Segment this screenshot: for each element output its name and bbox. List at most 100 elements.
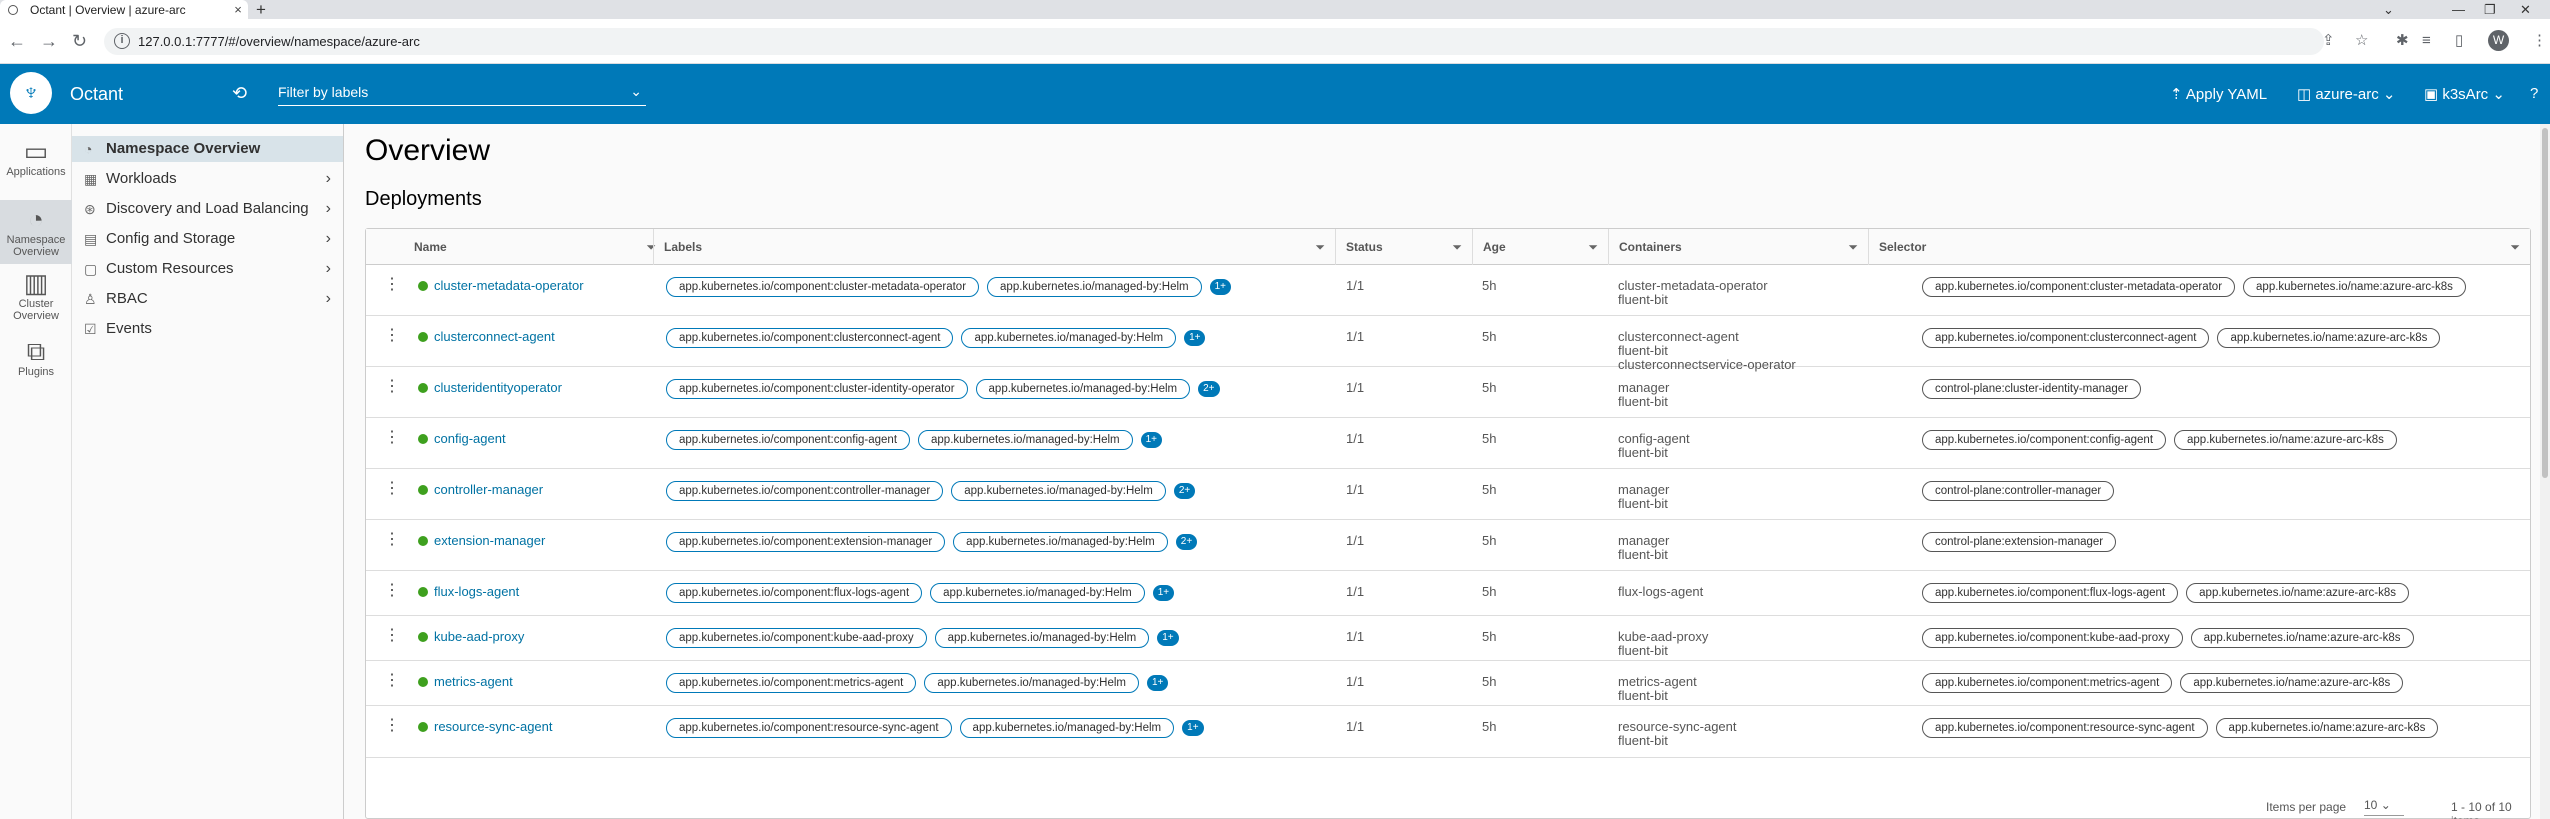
filter-icon[interactable]: ⏷ xyxy=(1315,229,1325,265)
column-containers[interactable]: Containers ⏷ xyxy=(1608,229,1868,265)
row-actions-icon[interactable]: ⋮ xyxy=(384,583,400,599)
selector-chip[interactable]: control-plane:controller-manager xyxy=(1922,481,2115,501)
nav-config-storage[interactable]: ▤ Config and Storage › xyxy=(72,226,343,252)
label-chip[interactable]: app.kubernetes.io/component:cluster-iden… xyxy=(666,379,968,399)
rail-applications[interactable]: ▭ Applications xyxy=(0,136,72,200)
side-panel-icon[interactable]: ▯ xyxy=(2455,32,2463,50)
selector-chip[interactable]: app.kubernetes.io/name:azure-arc-k8s xyxy=(2217,328,2441,348)
selector-chip[interactable]: app.kubernetes.io/component:kube-aad-pro… xyxy=(1922,628,2183,648)
deployment-link[interactable]: metrics-agent xyxy=(434,674,513,689)
namespace-selector[interactable]: ◫ azure-arc ⌄ xyxy=(2297,85,2395,103)
browser-menu-icon[interactable]: ⋮ xyxy=(2532,32,2547,50)
column-age[interactable]: Age ⏷ xyxy=(1472,229,1608,265)
site-info-icon[interactable]: i xyxy=(114,33,130,49)
filter-icon[interactable]: ⏷ xyxy=(1452,229,1462,265)
deployment-link[interactable]: clusterconnect-agent xyxy=(434,329,555,344)
row-actions-icon[interactable]: ⋮ xyxy=(384,481,400,497)
page-scrollbar[interactable] xyxy=(2540,124,2550,819)
context-selector[interactable]: ▣ k3sArc ⌄ xyxy=(2424,85,2505,103)
bookmark-star-icon[interactable]: ☆ xyxy=(2355,32,2368,50)
label-chip[interactable]: app.kubernetes.io/managed-by:Helm xyxy=(934,628,1150,648)
label-chip[interactable]: app.kubernetes.io/component:config-agent xyxy=(666,430,911,450)
label-chip[interactable]: app.kubernetes.io/managed-by:Helm xyxy=(987,277,1202,297)
column-labels[interactable]: Labels ⏷ xyxy=(653,229,1335,265)
selector-chip[interactable]: app.kubernetes.io/name:azure-arc-k8s xyxy=(2243,277,2466,297)
label-chip[interactable]: app.kubernetes.io/component:kube-aad-pro… xyxy=(666,628,927,648)
deployment-link[interactable]: controller-manager xyxy=(434,482,543,497)
filter-icon[interactable]: ⏷ xyxy=(1848,229,1858,265)
selector-chip[interactable]: control-plane:cluster-identity-manager xyxy=(1922,379,2142,399)
row-actions-icon[interactable]: ⋮ xyxy=(384,379,400,395)
new-tab-icon[interactable]: + xyxy=(256,0,266,19)
nav-rbac[interactable]: ♙ RBAC › xyxy=(72,286,343,312)
tab-close-icon[interactable]: × xyxy=(228,2,248,17)
label-chip[interactable]: app.kubernetes.io/managed-by:Helm xyxy=(953,532,1168,552)
label-chip[interactable]: app.kubernetes.io/managed-by:Helm xyxy=(951,481,1166,501)
rail-namespace-overview[interactable]: ◔ Namespace Overview xyxy=(0,200,72,264)
selector-chip[interactable]: app.kubernetes.io/name:azure-arc-k8s xyxy=(2180,673,2404,693)
more-labels-badge[interactable]: 1+ xyxy=(1209,279,1232,295)
nav-workloads[interactable]: ▦ Workloads › xyxy=(72,166,343,192)
more-labels-badge[interactable]: 1+ xyxy=(1157,630,1179,646)
address-bar[interactable]: i 127.0.0.1:7777/#/overview/namespace/az… xyxy=(104,28,2324,55)
brand-title[interactable]: Octant xyxy=(70,84,123,105)
deployment-link[interactable]: resource-sync-agent xyxy=(434,719,553,734)
label-filter-select[interactable]: Filter by labels ⌄ xyxy=(278,80,646,106)
profile-avatar[interactable]: W xyxy=(2488,30,2509,51)
more-labels-badge[interactable]: 1+ xyxy=(1182,720,1204,736)
selector-chip[interactable]: app.kubernetes.io/component:config-agent xyxy=(1922,430,2167,450)
window-close-icon[interactable]: ✕ xyxy=(2520,0,2531,19)
selector-chip[interactable]: app.kubernetes.io/component:clusterconne… xyxy=(1922,328,2210,348)
selector-chip[interactable]: app.kubernetes.io/component:resource-syn… xyxy=(1922,718,2208,738)
label-chip[interactable]: app.kubernetes.io/component:clusterconne… xyxy=(666,328,954,348)
row-actions-icon[interactable]: ⋮ xyxy=(384,628,400,644)
more-labels-badge[interactable]: 1+ xyxy=(1184,330,1206,346)
nav-discovery-load-balancing[interactable]: ⊛ Discovery and Load Balancing › xyxy=(72,196,343,222)
back-icon[interactable]: ← xyxy=(8,31,26,51)
items-per-page-select[interactable]: 10 ⌄ xyxy=(2364,798,2404,816)
label-chip[interactable]: app.kubernetes.io/component:resource-syn… xyxy=(666,718,952,738)
deployment-link[interactable]: clusteridentityoperator xyxy=(434,380,562,395)
share-icon[interactable]: ⇪ xyxy=(2322,32,2335,50)
browser-tab[interactable]: Octant | Overview | azure-arc × xyxy=(0,0,248,19)
selector-chip[interactable]: app.kubernetes.io/name:azure-arc-k8s xyxy=(2215,718,2439,738)
selector-chip[interactable]: control-plane:extension-manager xyxy=(1922,532,2117,552)
more-labels-badge[interactable]: 1+ xyxy=(1140,432,1163,448)
column-status[interactable]: Status ⏷ xyxy=(1335,229,1472,265)
row-actions-icon[interactable]: ⋮ xyxy=(384,718,400,734)
deployment-link[interactable]: extension-manager xyxy=(434,533,545,548)
row-actions-icon[interactable]: ⋮ xyxy=(384,277,400,293)
selector-chip[interactable]: app.kubernetes.io/component:metrics-agen… xyxy=(1922,673,2173,693)
label-chip[interactable]: app.kubernetes.io/managed-by:Helm xyxy=(959,718,1175,738)
extensions-icon[interactable]: ✱ xyxy=(2396,32,2409,50)
label-chip[interactable]: app.kubernetes.io/component:flux-logs-ag… xyxy=(666,583,923,603)
restore-icon[interactable]: ❐ xyxy=(2484,0,2496,19)
label-chip[interactable]: app.kubernetes.io/managed-by:Helm xyxy=(930,583,1145,603)
column-name[interactable]: Name ⏷ xyxy=(404,229,666,265)
filter-icon[interactable]: ⏷ xyxy=(1588,229,1598,265)
selector-chip[interactable]: app.kubernetes.io/name:azure-arc-k8s xyxy=(2174,430,2397,450)
label-chip[interactable]: app.kubernetes.io/managed-by:Helm xyxy=(961,328,1177,348)
more-labels-badge[interactable]: 1+ xyxy=(1146,675,1169,691)
deployment-link[interactable]: flux-logs-agent xyxy=(434,584,519,599)
label-chip[interactable]: app.kubernetes.io/component:controller-m… xyxy=(666,481,944,501)
tab-search-icon[interactable]: ⌄ xyxy=(2383,0,2394,19)
selector-chip[interactable]: app.kubernetes.io/name:azure-arc-k8s xyxy=(2186,583,2410,603)
row-actions-icon[interactable]: ⋮ xyxy=(384,430,400,446)
more-labels-badge[interactable]: 1+ xyxy=(1152,585,1175,601)
filter-icon[interactable]: ⏷ xyxy=(2510,229,2520,265)
forward-icon[interactable]: → xyxy=(40,31,58,51)
deployment-link[interactable]: kube-aad-proxy xyxy=(434,629,524,644)
more-labels-badge[interactable]: 2+ xyxy=(1173,483,1196,499)
help-icon[interactable]: ? xyxy=(2530,85,2538,102)
scrollbar-thumb[interactable] xyxy=(2542,128,2548,478)
deployment-link[interactable]: cluster-metadata-operator xyxy=(434,278,584,293)
selector-chip[interactable]: app.kubernetes.io/name:azure-arc-k8s xyxy=(2190,628,2414,648)
nav-namespace-overview[interactable]: ◔ Namespace Overview xyxy=(72,136,343,162)
label-chip[interactable]: app.kubernetes.io/managed-by:Helm xyxy=(924,673,1139,693)
selector-chip[interactable]: app.kubernetes.io/component:flux-logs-ag… xyxy=(1922,583,2179,603)
more-labels-badge[interactable]: 2+ xyxy=(1198,381,1220,397)
label-chip[interactable]: app.kubernetes.io/managed-by:Helm xyxy=(918,430,1133,450)
label-chip[interactable]: app.kubernetes.io/component:extension-ma… xyxy=(666,532,946,552)
apply-yaml-button[interactable]: ⇡ Apply YAML xyxy=(2170,85,2267,103)
